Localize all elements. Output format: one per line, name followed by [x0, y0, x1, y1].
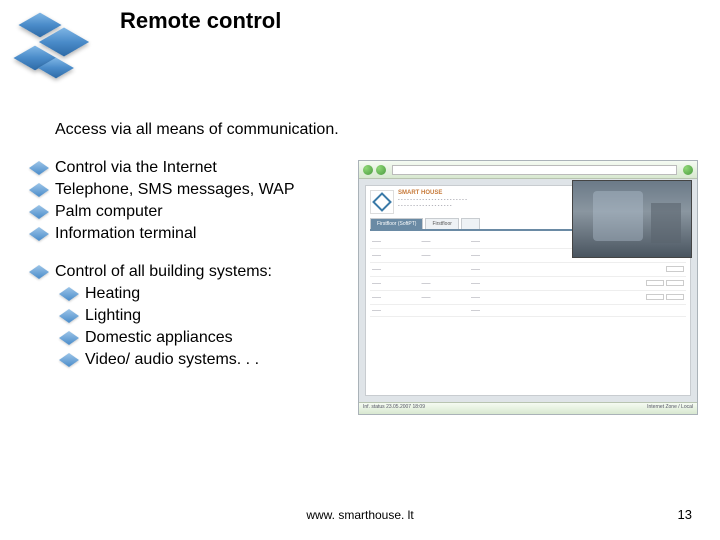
forward-icon: [376, 165, 386, 175]
embedded-screenshot: SMART HOUSE - - - - - - - - - - - - - - …: [358, 160, 698, 415]
table-row: ————: [370, 263, 686, 277]
bullet-icon: [29, 161, 49, 175]
browser-body: SMART HOUSE - - - - - - - - - - - - - - …: [359, 179, 697, 402]
camera-feed: [572, 180, 692, 258]
list-item: Video/ audio systems. . .: [85, 350, 355, 370]
list-item: Palm computer: [55, 202, 355, 222]
bullet-text: Lighting: [85, 306, 355, 326]
footer-url: www. smarthouse. lt: [0, 508, 720, 522]
list-item: Domestic appliances: [85, 328, 355, 348]
bullet-icon: [59, 287, 79, 301]
brand-text: SMART HOUSE: [398, 190, 442, 196]
bullet-text: Palm computer: [55, 202, 355, 222]
list-item: Heating: [85, 284, 355, 304]
bullet-icon: [59, 309, 79, 323]
list-item: Control of all building systems:: [55, 262, 355, 282]
bullet-icon: [29, 205, 49, 219]
table-row: ——————: [370, 291, 686, 305]
slide-content: Access via all means of communication. C…: [55, 120, 355, 388]
tab: [461, 218, 481, 229]
logo-mark-icon: [372, 192, 392, 212]
table-row: ————: [370, 305, 686, 317]
go-icon: [683, 165, 693, 175]
list-item: Information terminal: [55, 224, 355, 244]
intro-text: Access via all means of communication.: [55, 120, 355, 140]
page-panel: SMART HOUSE - - - - - - - - - - - - - - …: [365, 185, 691, 396]
tab: Firstfloor: [425, 218, 458, 229]
status-left: Inf. status 23.05.2007 18:09: [363, 404, 425, 413]
bullet-icon: [59, 353, 79, 367]
bullet-icon: [59, 331, 79, 345]
list-item: Lighting: [85, 306, 355, 326]
page-number: 13: [678, 507, 692, 522]
bullet-icon: [29, 265, 49, 279]
section-2: Control of all building systems: Heating…: [55, 262, 355, 370]
back-icon: [363, 165, 373, 175]
bullet-text: Domestic appliances: [85, 328, 355, 348]
sub-bullets: Heating Lighting Domestic appliances Vid…: [85, 284, 355, 370]
browser-statusbar: Inf. status 23.05.2007 18:09 Internet Zo…: [359, 402, 697, 414]
main-bullets: Control via the Internet Telephone, SMS …: [55, 158, 355, 244]
bullet-text: Video/ audio systems. . .: [85, 350, 355, 370]
table-row: ——————: [370, 277, 686, 291]
bullet-text: Heating: [85, 284, 355, 304]
list-item: Control via the Internet: [55, 158, 355, 178]
desc-line: - - - - - - - - - - - - - - - - - -: [398, 203, 452, 209]
logo-cubes: [18, 8, 98, 88]
tab-active: Firstfloor (SoftPT): [370, 218, 423, 229]
slide-title: Remote control: [120, 8, 281, 34]
bullet-text: Information terminal: [55, 224, 355, 244]
bullet-text: Control via the Internet: [55, 158, 355, 178]
bullet-icon: [29, 183, 49, 197]
bullet-icon: [29, 227, 49, 241]
list-item: Telephone, SMS messages, WAP: [55, 180, 355, 200]
site-logo: [370, 190, 394, 214]
browser-toolbar: [359, 161, 697, 179]
bullet-text: Control of all building systems:: [55, 262, 355, 282]
bullet-text: Telephone, SMS messages, WAP: [55, 180, 355, 200]
address-bar: [392, 165, 677, 175]
status-right: Internet Zone / Local: [647, 404, 693, 413]
